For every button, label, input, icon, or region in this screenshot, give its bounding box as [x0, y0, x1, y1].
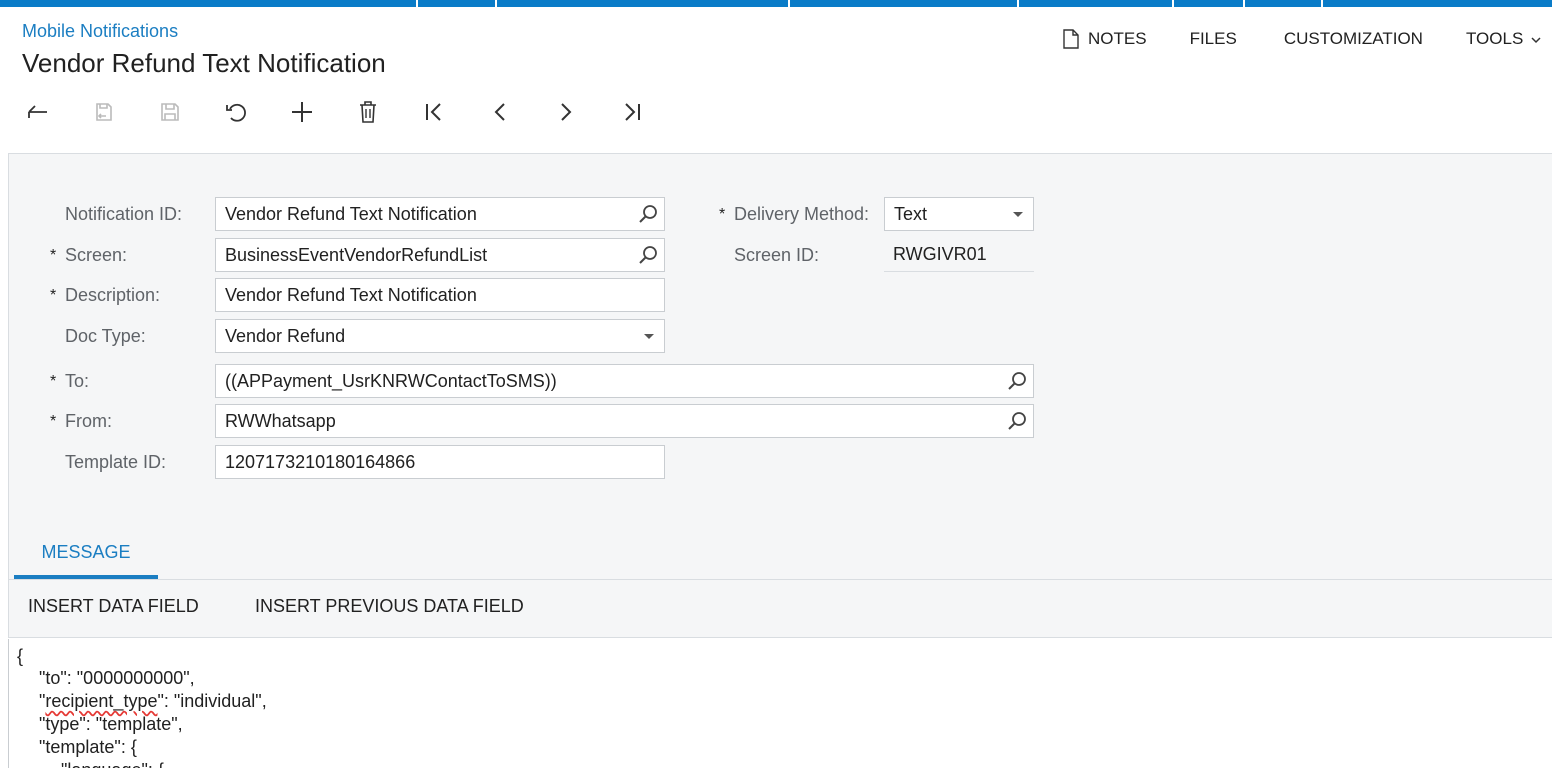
code-line: "type": "template", [39, 714, 183, 734]
delete-icon [360, 101, 376, 123]
message-toolbar: INSERT DATA FIELD INSERT PREVIOUS DATA F… [8, 580, 1552, 638]
topbar-divider [495, 0, 497, 7]
topbar-divider [1017, 0, 1019, 7]
from-value: RWWhatsapp [225, 411, 336, 431]
message-editor[interactable]: { "to": "0000000000", "recipient_type": … [8, 639, 1552, 768]
files-label: FILES [1189, 29, 1237, 48]
save-button[interactable] [152, 96, 188, 128]
tools-label: TOOLS [1465, 29, 1524, 48]
from-field[interactable]: RWWhatsapp [215, 404, 1034, 438]
customization-label: CUSTOMIZATION [1283, 29, 1423, 48]
doc-type-select[interactable]: Vendor Refund [215, 319, 665, 353]
description-label: Description: [65, 285, 161, 305]
search-icon[interactable] [1007, 411, 1027, 431]
from-label: From: [65, 411, 112, 431]
insert-data-field-button[interactable]: INSERT DATA FIELD [28, 596, 199, 617]
topbar-divider [788, 0, 790, 7]
screen-id-value: RWGIVR01 [893, 244, 987, 264]
previous-record-button[interactable] [482, 96, 518, 128]
required-mark: * [50, 373, 57, 390]
code-token: ": "individual", [157, 691, 267, 711]
delivery-method-value: Text [894, 204, 928, 224]
notes-button[interactable]: NOTES [1062, 29, 1147, 49]
template-id-value: 1207173210180164866 [225, 452, 416, 472]
notification-id-value: Vendor Refund Text Notification [225, 204, 477, 224]
code-line: { [17, 646, 24, 666]
tab-message[interactable]: MESSAGE [14, 531, 158, 579]
to-label: To: [65, 371, 90, 391]
page-title: Vendor Refund Text Notification [22, 48, 386, 78]
to-value: ((APPayment_UsrKNRWContactToSMS)) [225, 371, 557, 391]
topbar-divider [1243, 0, 1245, 7]
save-icon [161, 103, 179, 121]
screen-field[interactable]: BusinessEventVendorRefundList [215, 238, 665, 272]
top-accent-bar [0, 0, 1552, 7]
dropdown-arrow-icon[interactable] [1013, 212, 1023, 217]
to-field[interactable]: ((APPayment_UsrKNRWContactToSMS)) [215, 364, 1034, 398]
top-actions: NOTES FILES CUSTOMIZATION TOOLS [1062, 27, 1541, 51]
last-record-button[interactable] [614, 96, 650, 128]
add-icon [292, 102, 312, 122]
delivery-method-select[interactable]: Text [884, 197, 1034, 231]
notification-id-label: Notification ID: [65, 204, 183, 224]
cancel-button[interactable] [218, 96, 254, 128]
tools-button[interactable]: TOOLS [1466, 29, 1541, 49]
code-line: "language": { [61, 759, 164, 768]
search-icon[interactable] [638, 245, 658, 265]
back-button[interactable] [20, 96, 56, 128]
search-icon[interactable] [638, 204, 658, 224]
required-mark: * [50, 287, 57, 304]
insert-previous-data-field-button[interactable]: INSERT PREVIOUS DATA FIELD [255, 596, 524, 617]
doc-type-label: Doc Type: [65, 326, 146, 346]
breadcrumb[interactable]: Mobile Notifications [22, 21, 178, 42]
back-icon [28, 105, 47, 118]
last-record-icon [625, 103, 640, 121]
screen-id-field: RWGIVR01 [884, 238, 1034, 272]
notification-id-field[interactable]: Vendor Refund Text Notification [215, 197, 665, 231]
add-button[interactable] [284, 96, 320, 128]
undo-icon [226, 103, 246, 122]
code-line: "to": "0000000000", [39, 668, 195, 688]
screen-id-label: Screen ID: [734, 245, 820, 265]
description-value: Vendor Refund Text Notification [225, 285, 477, 305]
delete-button[interactable] [350, 96, 386, 128]
customization-button[interactable]: CUSTOMIZATION [1284, 29, 1423, 49]
code-line: "recipient_type": "individual", [39, 690, 267, 713]
save-close-button[interactable] [86, 96, 122, 128]
chevron-down-icon [1531, 29, 1541, 49]
search-icon[interactable] [1007, 371, 1027, 391]
save-close-icon [96, 103, 112, 121]
screen-label: Screen: [65, 245, 128, 265]
topbar-divider [1172, 0, 1174, 7]
dropdown-arrow-icon[interactable] [644, 334, 654, 339]
first-record-icon [426, 103, 441, 121]
topbar-divider [1321, 0, 1323, 7]
previous-record-icon [494, 103, 505, 121]
next-record-button[interactable] [548, 96, 584, 128]
topbar-divider [416, 0, 418, 7]
first-record-button[interactable] [416, 96, 452, 128]
spellcheck-word: recipient_type [45, 691, 158, 711]
note-icon [1062, 29, 1080, 49]
required-mark: * [50, 247, 57, 264]
template-id-field[interactable]: 1207173210180164866 [215, 445, 665, 479]
description-field[interactable]: Vendor Refund Text Notification [215, 278, 665, 312]
doc-type-value: Vendor Refund [225, 326, 346, 346]
template-id-label: Template ID: [65, 452, 167, 472]
screen-value: BusinessEventVendorRefundList [225, 245, 488, 265]
required-mark: * [50, 413, 57, 430]
notes-label: NOTES [1088, 29, 1147, 48]
next-record-icon [561, 103, 572, 121]
files-button[interactable]: FILES [1190, 29, 1237, 49]
required-mark: * [719, 206, 726, 223]
code-line: "template": { [39, 737, 137, 757]
delivery-method-label: Delivery Method: [734, 204, 870, 224]
